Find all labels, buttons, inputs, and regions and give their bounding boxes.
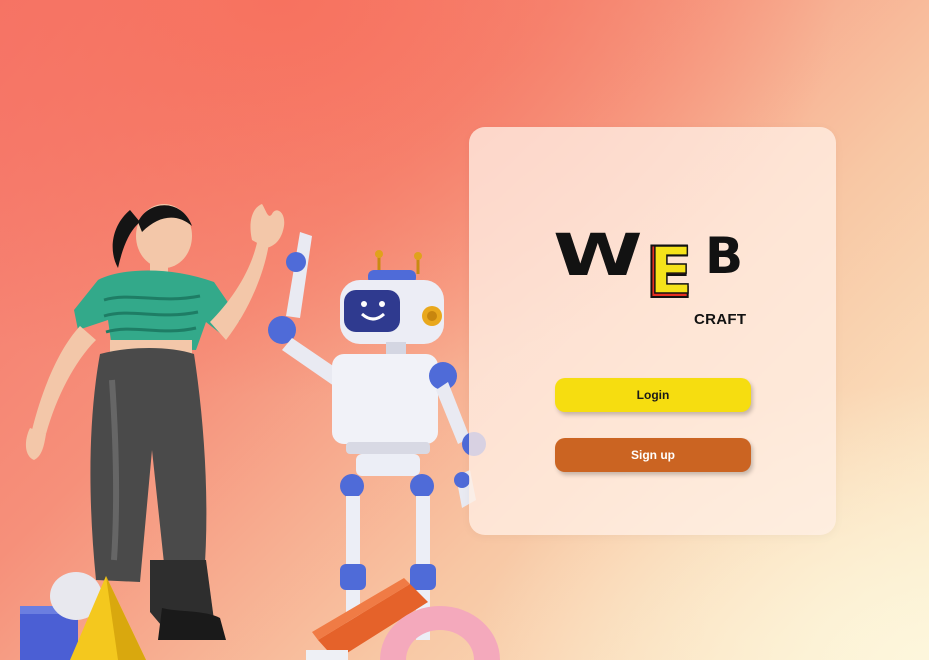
logo-wordmark: W E E B [553, 221, 743, 299]
logo-letter-e: E [649, 235, 693, 299]
login-card: W E E B CRAFT Login Sign up [469, 127, 836, 535]
logo-letter-b: B [705, 227, 743, 285]
signup-button[interactable]: Sign up [555, 438, 751, 472]
webcraft-logo: W E E B [553, 219, 753, 299]
logo-subtitle: CRAFT [694, 311, 747, 328]
login-button[interactable]: Login [555, 378, 751, 412]
logo-letter-w: W [553, 221, 643, 289]
robot-figure [268, 232, 486, 640]
